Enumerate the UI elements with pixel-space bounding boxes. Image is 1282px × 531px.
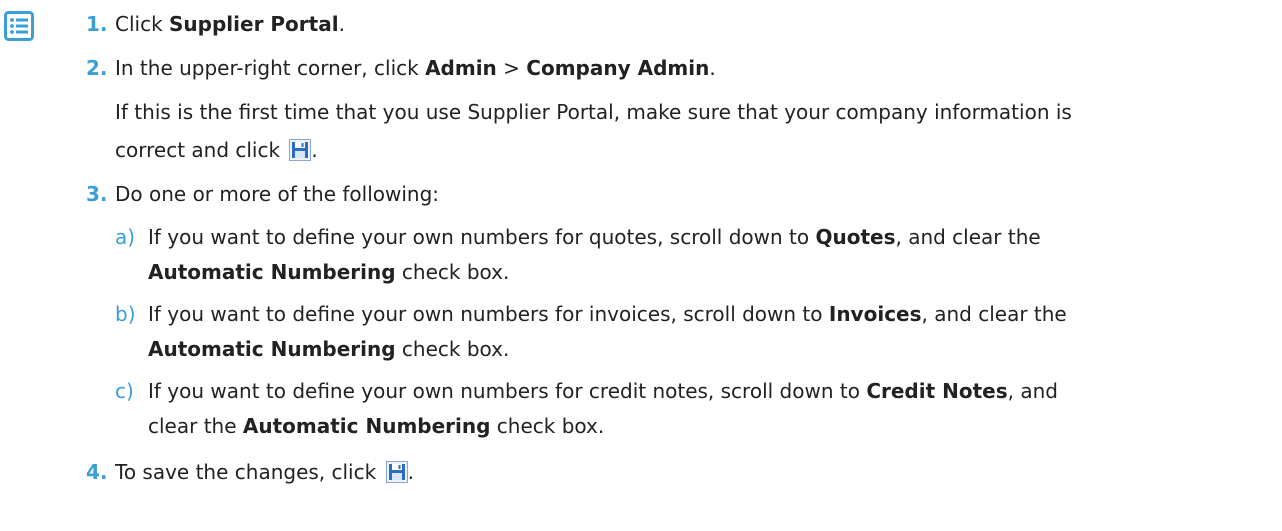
step-text: Click Supplier Portal.	[115, 12, 345, 36]
step-number: 3.	[86, 182, 108, 206]
floppy-disk-save-icon	[385, 461, 408, 483]
step-number: 2.	[86, 56, 108, 80]
ui-term: Automatic Numbering	[148, 337, 396, 361]
list-icon	[4, 11, 34, 41]
ui-term: Automatic Numbering	[242, 414, 491, 438]
ui-term: Credit Notes	[866, 379, 1008, 403]
substep-label: c)	[115, 379, 134, 403]
substep-label: b)	[115, 302, 136, 326]
ui-term: Company Admin	[526, 56, 710, 80]
substep-text: If you want to define your own numbers f…	[148, 302, 1067, 326]
step-text: Do one or more of the following:	[115, 182, 440, 206]
substep-label: a)	[115, 225, 136, 249]
step-number: 1.	[86, 12, 108, 36]
step-note: correct and click .	[115, 138, 318, 162]
step-text: To save the changes, click .	[115, 460, 414, 484]
step-number: 4.	[86, 460, 108, 484]
ui-term: Automatic Numbering	[148, 260, 396, 284]
floppy-disk-save-icon	[289, 139, 312, 161]
ui-term: Supplier Portal	[169, 12, 339, 36]
ui-term: Invoices	[828, 302, 922, 326]
step-note: If this is the first time that you use S…	[115, 100, 1072, 124]
ui-term: Quotes	[815, 225, 896, 249]
substep-text: If you want to define your own numbers f…	[148, 379, 1058, 403]
substep-text: Automatic Numbering check box.	[148, 337, 510, 361]
substep-text: Automatic Numbering check box.	[148, 260, 510, 284]
substep-text: clear the Automatic Numbering check box.	[148, 414, 605, 438]
step-text: In the upper-right corner, click Admin >…	[115, 56, 716, 80]
substep-text: If you want to define your own numbers f…	[148, 225, 1041, 249]
ui-term: Admin	[425, 56, 497, 80]
